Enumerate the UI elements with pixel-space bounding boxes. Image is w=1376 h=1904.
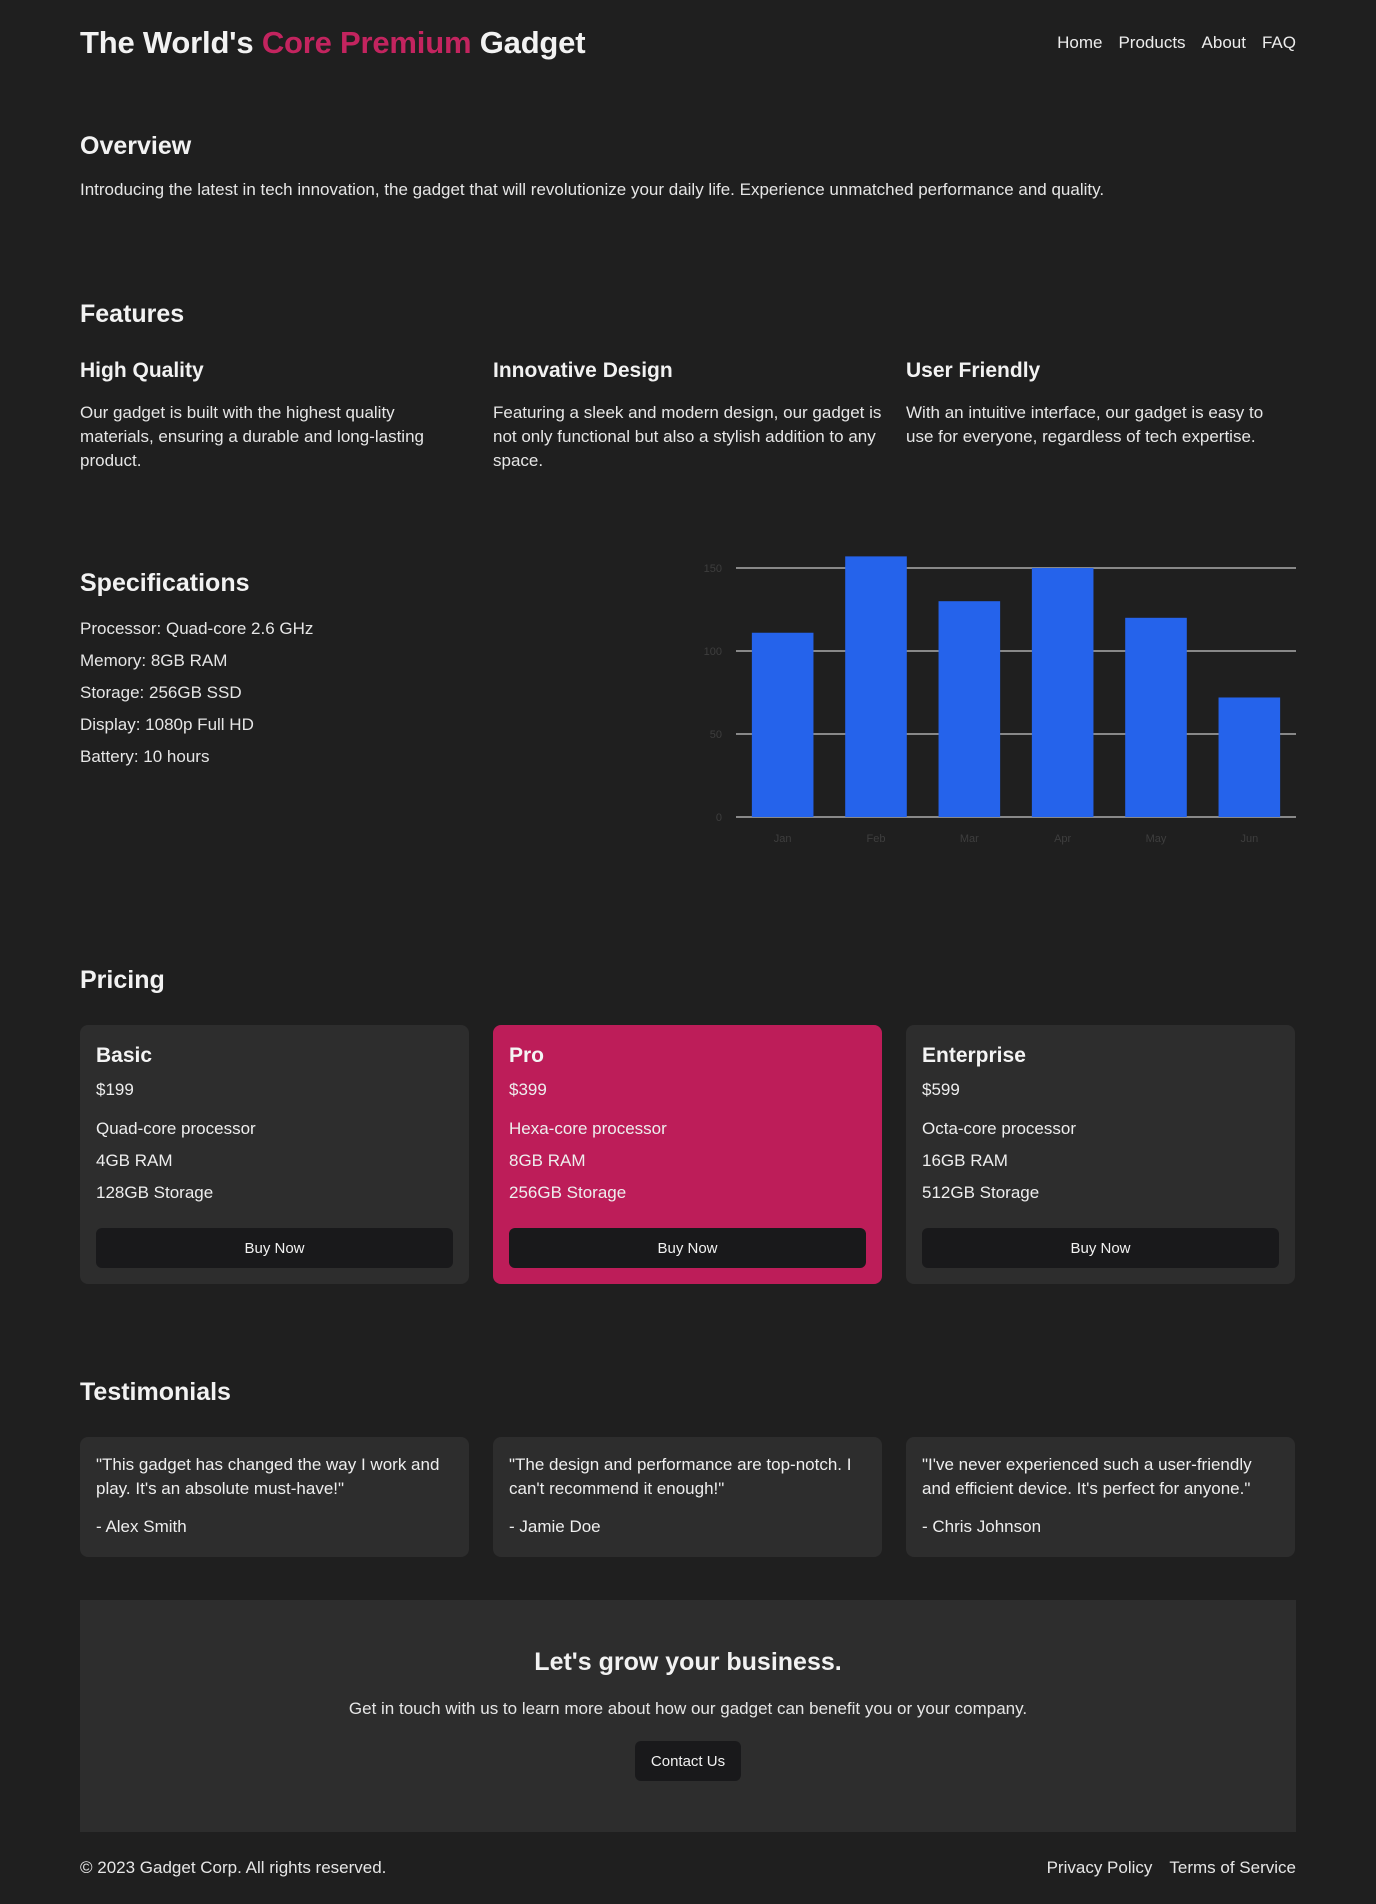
y-tick-label: 150 xyxy=(704,563,722,575)
features-title: Features xyxy=(80,300,185,328)
x-tick-label: Feb xyxy=(867,833,886,845)
features-section: Features High Quality Our gadget is buil… xyxy=(80,300,1296,473)
pricing-title: Pricing xyxy=(80,966,165,994)
testimonial-card: "The design and performance are top-notc… xyxy=(493,1437,882,1557)
main-nav: Home Products About FAQ xyxy=(1057,33,1296,53)
terms-of-service-link[interactable]: Terms of Service xyxy=(1169,1858,1296,1878)
pricing-card-enterprise: Enterprise $599 Octa-core processor 16GB… xyxy=(906,1025,1295,1284)
feature-title: User Friendly xyxy=(906,359,1041,382)
pricing-section: Pricing Basic $199 Quad-core processor 4… xyxy=(80,966,1296,1284)
buy-now-button-basic[interactable]: Buy Now xyxy=(96,1228,453,1268)
plan-feature: 4GB RAM xyxy=(96,1151,173,1170)
chart-bar-jun xyxy=(1218,697,1281,817)
contact-us-button[interactable]: Contact Us xyxy=(634,1741,742,1781)
overview-title: Overview xyxy=(80,132,192,160)
plan-price: $599 xyxy=(922,1080,960,1099)
nav-link-faq[interactable]: FAQ xyxy=(1262,33,1296,53)
plan-price: $199 xyxy=(96,1080,134,1099)
chart-bar-jan xyxy=(751,632,814,817)
testimonial-quote: "I've never experienced such a user-frie… xyxy=(922,1455,1252,1498)
feature-item: High Quality Our gadget is built with th… xyxy=(80,359,469,473)
feature-item: Innovative Design Featuring a sleek and … xyxy=(493,359,882,473)
site-title-prefix: The World's xyxy=(80,25,254,60)
plan-feature: 16GB RAM xyxy=(922,1151,1008,1170)
testimonial-quote: "The design and performance are top-notc… xyxy=(509,1455,852,1498)
feature-text: Featuring a sleek and modern design, our… xyxy=(493,403,882,470)
feature-title: High Quality xyxy=(80,359,204,382)
plan-feature: Hexa-core processor xyxy=(509,1119,667,1138)
nav-link-about[interactable]: About xyxy=(1202,33,1246,53)
plan-feature: 256GB Storage xyxy=(509,1183,627,1202)
site-title-accent: Core Premium xyxy=(261,25,472,60)
testimonial-author: - Alex Smith xyxy=(96,1517,187,1536)
cta-title: Let's grow your business. xyxy=(534,1648,842,1676)
cta-text: Get in touch with us to learn more about… xyxy=(348,1699,1028,1718)
nav-link-home[interactable]: Home xyxy=(1057,33,1102,53)
plan-feature: Quad-core processor xyxy=(96,1119,256,1138)
site-title-suffix: Gadget xyxy=(479,25,586,60)
chart-bar-mar xyxy=(938,601,1001,817)
privacy-policy-link[interactable]: Privacy Policy xyxy=(1047,1858,1153,1878)
features-grid: High Quality Our gadget is built with th… xyxy=(80,359,1296,473)
overview-text: Introducing the latest in tech innovatio… xyxy=(80,180,1105,199)
monthly-bar-chart: 0 50 100 150 Jan Feb Mar Apr May Jun xyxy=(704,556,1296,845)
x-tick-label: Apr xyxy=(1054,833,1071,845)
y-tick-label: 50 xyxy=(710,729,722,741)
x-tick-label: Jan xyxy=(774,833,792,845)
testimonials-section: Testimonials "This gadget has changed th… xyxy=(80,1378,1296,1557)
site-title: The World's Core Premium Gadget xyxy=(80,25,586,61)
feature-item: User Friendly With an intuitive interfac… xyxy=(906,359,1295,473)
nav-link-products[interactable]: Products xyxy=(1118,33,1185,53)
overview-section: Overview Introducing the latest in tech … xyxy=(80,132,1296,202)
chart-bar-feb xyxy=(845,556,907,817)
pricing-card-pro: Pro $399 Hexa-core processor 8GB RAM 256… xyxy=(493,1025,882,1284)
testimonial-author: - Jamie Doe xyxy=(509,1517,601,1536)
copyright-text: © 2023 Gadget Corp. All rights reserved. xyxy=(80,1858,387,1877)
contact-cta-section: Let's grow your business. Get in touch w… xyxy=(80,1600,1296,1832)
plan-features: Quad-core processor 4GB RAM 128GB Storag… xyxy=(96,1113,453,1209)
testimonials-title: Testimonials xyxy=(80,1378,231,1406)
x-tick-label: May xyxy=(1146,833,1167,845)
site-footer: © 2023 Gadget Corp. All rights reserved.… xyxy=(80,1854,1296,1882)
y-tick-label: 100 xyxy=(704,646,722,658)
y-tick-label: 0 xyxy=(716,812,722,824)
site-header: The World's Core Premium Gadget Home Pro… xyxy=(80,0,1296,86)
plan-feature: 128GB Storage xyxy=(96,1183,214,1202)
pricing-card-basic: Basic $199 Quad-core processor 4GB RAM 1… xyxy=(80,1025,469,1284)
plan-feature: 512GB Storage xyxy=(922,1183,1040,1202)
plan-features: Octa-core processor 16GB RAM 512GB Stora… xyxy=(922,1113,1279,1209)
x-tick-label: Mar xyxy=(960,833,979,845)
plan-name: Enterprise xyxy=(922,1044,1026,1067)
chart-bar-may xyxy=(1125,617,1187,817)
plan-feature: 8GB RAM xyxy=(509,1151,586,1170)
plan-name: Pro xyxy=(509,1044,545,1067)
feature-text: Our gadget is built with the highest qua… xyxy=(80,403,424,470)
plan-feature: Octa-core processor xyxy=(922,1119,1076,1138)
specifications-section: Specifications Processor: Quad-core 2.6 … xyxy=(80,556,1296,869)
x-tick-label: Jun xyxy=(1240,833,1258,845)
footer-links: Privacy Policy Terms of Service xyxy=(1047,1858,1296,1878)
buy-now-button-pro[interactable]: Buy Now xyxy=(509,1228,866,1268)
testimonials-grid: "This gadget has changed the way I work … xyxy=(80,1437,1296,1557)
plan-name: Basic xyxy=(96,1044,153,1067)
feature-title: Innovative Design xyxy=(493,359,673,382)
plan-features: Hexa-core processor 8GB RAM 256GB Storag… xyxy=(509,1113,866,1209)
testimonial-quote: "This gadget has changed the way I work … xyxy=(96,1455,440,1498)
testimonial-card: "This gadget has changed the way I work … xyxy=(80,1437,469,1557)
pricing-grid: Basic $199 Quad-core processor 4GB RAM 1… xyxy=(80,1025,1296,1284)
buy-now-button-enterprise[interactable]: Buy Now xyxy=(922,1228,1279,1268)
testimonial-card: "I've never experienced such a user-frie… xyxy=(906,1437,1295,1557)
chart-bar-apr xyxy=(1031,568,1094,817)
testimonial-author: - Chris Johnson xyxy=(922,1517,1042,1536)
feature-text: With an intuitive interface, our gadget … xyxy=(906,403,1264,446)
plan-price: $399 xyxy=(509,1080,547,1099)
